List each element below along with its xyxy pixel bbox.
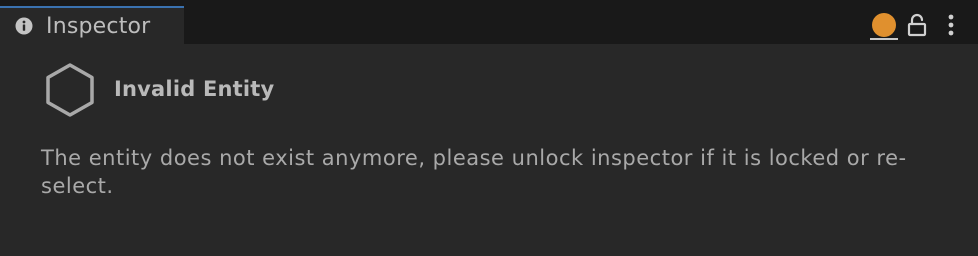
status-dot-icon[interactable] [872,13,896,37]
tab-label: Inspector [46,14,151,39]
hexagon-icon [46,63,94,117]
unlocked-padlock-icon[interactable] [906,13,928,37]
inspector-titlebar: Inspector [0,0,978,44]
inspector-window: Inspector Invalid Entity The entity does… [0,0,978,256]
entity-title: Invalid Entity [114,77,275,101]
inspector-content: Invalid Entity The entity does not exist… [0,44,978,256]
info-icon [15,17,33,35]
invalid-entity-message: The entity does not exist anymore, pleas… [41,146,907,198]
vertical-ellipsis-icon[interactable] [943,13,959,37]
tab-inspector[interactable]: Inspector [0,6,184,44]
status-underline [870,38,898,40]
